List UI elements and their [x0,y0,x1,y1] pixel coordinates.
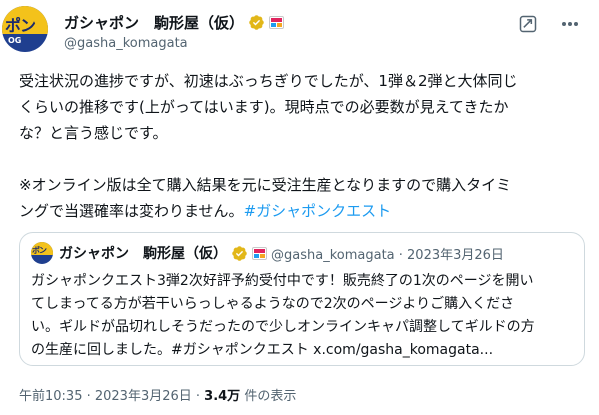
tweet-line: 受注状況の進捗ですが、初速はぶっちぎりでしたが、1弾＆2弾と大体同じ [19,72,518,90]
avatar-sub-text: OG [8,36,22,45]
quote-line: の生産に回しました。#ガシャポンクエスト x.com/gasha_komagat… [31,342,494,358]
tweet-line: な？と言う感じです。 [19,124,168,142]
tweet-line: くらいの推移です(上がってはいます)。現時点での必要数が見えてきたか [19,98,509,116]
quote-avatar-text: ポン [32,246,47,255]
avatar-text: ポン [5,16,36,35]
tweet-body: 受注状況の進捗ですが、初速はぶっちぎりでしたが、1弾＆2弾と大体同じ くらいの推… [19,68,584,224]
quote-header: ガシャポン 駒形屋（仮） @gasha_komagata · 2023年3月26… [59,243,504,263]
quote-line: ガシャポンクエスト3弾2次好評予約受付中です！販売終了の1次のページを開い [31,273,534,289]
quote-line: てしまってる方が若干いらっしゃるようなので2次のページよりご購入くださ [31,296,515,312]
quote-handle-date[interactable]: @gasha_komagata · 2023年3月26日 [271,244,504,263]
author-avatar[interactable]: ポン OG [2,6,48,52]
verified-badge-icon[interactable] [248,14,265,31]
author-handle[interactable]: @gasha_komagata [64,36,188,51]
quote-verified-badge-icon [232,245,247,261]
tweet-line-text: ングで当選確率は変わりません。 [19,202,244,220]
tweet-line: ※オンライン版は全て購入結果を元に受注生産となりますので購入タイミ [19,176,512,194]
quote-author-avatar[interactable]: ポン [31,242,53,264]
tweet-header: ポン OG ガシャポン 駒形屋（仮） @gasha_komagata [0,0,599,64]
more-icon[interactable] [560,14,580,34]
tweet-line-last: ングで当選確率は変わりません。#ガシャポンクエスト [19,198,584,224]
tweet-line-blank [19,146,584,172]
author-display-name[interactable]: ガシャポン 駒形屋（仮） [64,12,244,33]
quote-body: ガシャポンクエスト3弾2次好評予約受付中です！販売終了の1次のページを開い てし… [31,270,576,362]
author-name-row: ガシャポン 駒形屋（仮） [64,12,285,33]
quote-affiliate-badge-icon [252,246,267,260]
quote-author-name[interactable]: ガシャポン 駒形屋（仮） [59,243,227,263]
grok-icon[interactable] [518,14,538,34]
quoted-tweet[interactable]: ポン ガシャポン 駒形屋（仮） @gasha_komagata · 2023年3… [19,232,585,366]
quote-line: い。ギルドが品切れしそうだったので少しオンラインキャパ調整してギルドの方 [31,319,535,335]
views-label: 件の表示 [240,389,297,404]
hashtag-link[interactable]: #ガシャポンクエスト [244,202,392,220]
views-count: 3.4万 [204,389,241,404]
affiliate-badge-icon[interactable] [269,15,285,29]
tweet-meta: 午前10:35 · 2023年3月26日 · 3.4万 件の表示 [19,385,296,404]
tweet-timestamp[interactable]: 午前10:35 · 2023年3月26日 · [19,389,204,404]
